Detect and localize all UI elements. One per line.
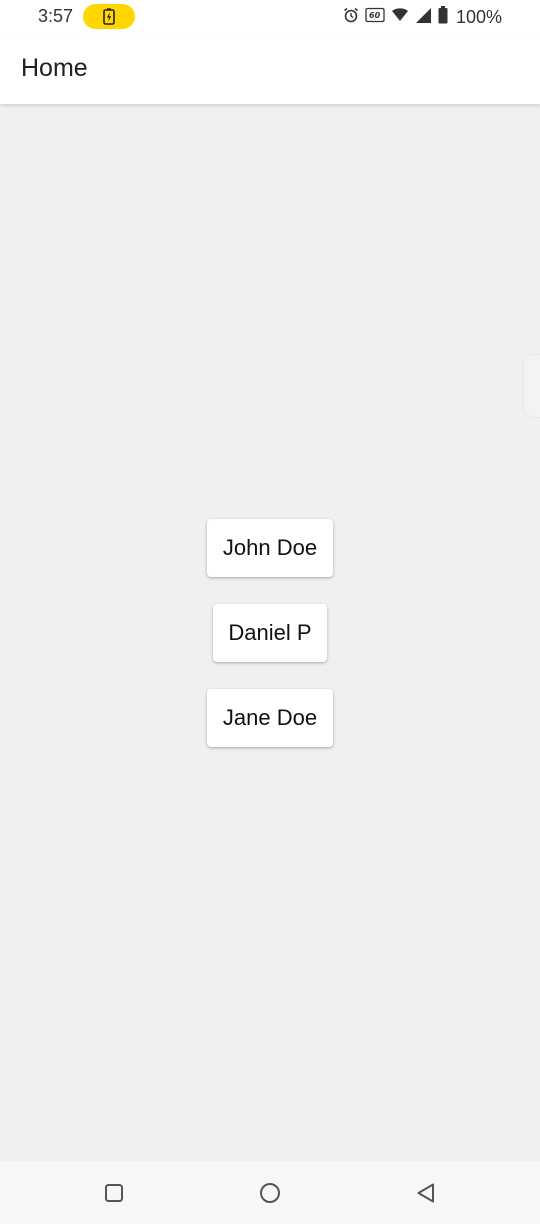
- back-button[interactable]: [414, 1181, 438, 1205]
- battery-percent: 100%: [455, 7, 502, 27]
- battery-charging-icon: [83, 4, 135, 29]
- home-button[interactable]: [258, 1181, 282, 1205]
- navigation-bar: [0, 1161, 540, 1224]
- screen: 3:57 60 100% Home John Doe Daniel P Jane…: [0, 0, 540, 1224]
- status-icons: 60 100%: [343, 6, 502, 29]
- status-time: 3:57: [38, 6, 74, 26]
- back-icon: [417, 1183, 434, 1203]
- john-doe-button[interactable]: John Doe: [207, 519, 333, 577]
- daniel-p-button[interactable]: Daniel P: [213, 604, 327, 662]
- page-title: Home: [21, 54, 88, 82]
- battery-icon: [438, 6, 448, 29]
- status-bar: 3:57 60 100%: [0, 0, 540, 34]
- edge-panel-handle[interactable]: [523, 354, 540, 418]
- svg-text:60: 60: [369, 11, 381, 20]
- recent-apps-icon: [105, 1184, 123, 1202]
- signal-icon: [415, 7, 432, 29]
- recent-apps-button[interactable]: [102, 1181, 126, 1205]
- hd-60-icon: 60: [365, 7, 385, 28]
- wifi-icon: [391, 7, 409, 28]
- alarm-icon: [343, 7, 359, 28]
- jane-doe-button[interactable]: Jane Doe: [207, 689, 333, 747]
- app-bar: Home: [0, 34, 540, 104]
- home-icon: [260, 1183, 280, 1203]
